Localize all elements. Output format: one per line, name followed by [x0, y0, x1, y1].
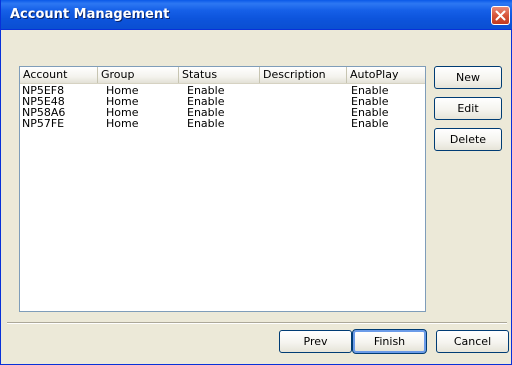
accounts-list[interactable]: Account Group Status Description AutoPla… — [19, 66, 426, 312]
edit-button[interactable]: Edit — [434, 97, 502, 120]
close-button[interactable] — [491, 6, 510, 25]
cancel-button[interactable]: Cancel — [436, 330, 509, 353]
delete-button[interactable]: Delete — [434, 128, 502, 151]
column-header-description[interactable]: Description — [260, 67, 347, 83]
cell-autoplay: Enable — [351, 117, 389, 130]
account-management-dialog: Account Management Account Group Status … — [0, 0, 512, 365]
column-header-account[interactable]: Account — [20, 67, 98, 83]
window-title: Account Management — [10, 7, 170, 22]
cell-account: NP57FE — [22, 117, 65, 130]
column-header-status[interactable]: Status — [179, 67, 260, 83]
list-header: Account Group Status Description AutoPla… — [20, 67, 425, 84]
finish-button[interactable]: Finish — [352, 329, 427, 354]
footer-separator — [7, 322, 507, 324]
list-body: NP5EF8 Home Enable Enable NP5E48 Home En… — [20, 85, 425, 129]
cell-group: Home — [106, 117, 139, 130]
new-button[interactable]: New — [434, 66, 502, 89]
table-row[interactable]: NP57FE Home Enable Enable — [20, 118, 425, 129]
column-header-group[interactable]: Group — [98, 67, 179, 83]
cell-status: Enable — [187, 117, 225, 130]
close-icon — [495, 10, 506, 21]
column-header-autoplay[interactable]: AutoPlay — [347, 67, 425, 83]
title-bar[interactable]: Account Management — [1, 0, 512, 30]
prev-button[interactable]: Prev — [279, 330, 352, 353]
